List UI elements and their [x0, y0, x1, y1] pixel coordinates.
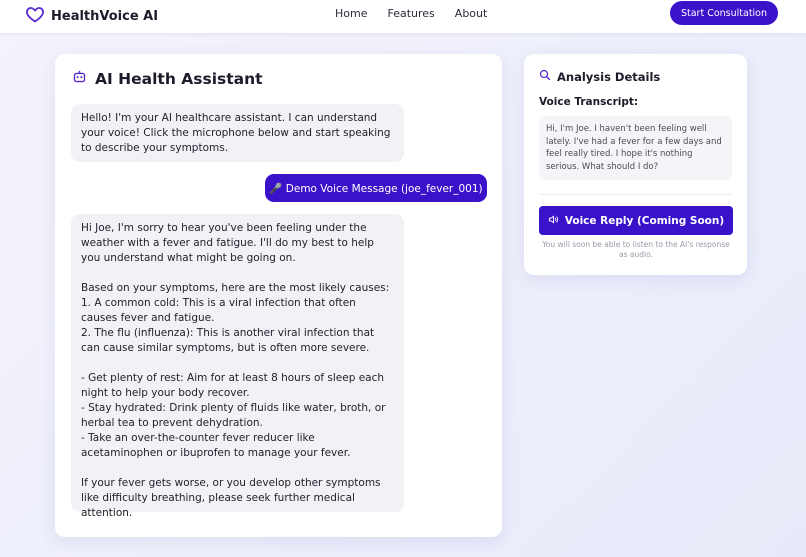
voice-reply-button[interactable]: Voice Reply (Coming Soon) — [539, 206, 733, 235]
assistant-message: Hello! I'm your AI healthcare assistant.… — [71, 104, 404, 162]
top-navbar: HealthVoice AI Home Features About Start… — [0, 0, 806, 33]
user-voice-message[interactable]: 🎤 Demo Voice Message (joe_fever_001) — [265, 174, 487, 202]
nav-link-about[interactable]: About — [455, 7, 488, 20]
voice-reply-note: You will soon be able to listen to the A… — [542, 240, 730, 259]
heart-icon — [25, 4, 45, 28]
analysis-header: Analysis Details — [539, 69, 660, 84]
nav-link-features[interactable]: Features — [387, 7, 434, 20]
search-icon — [539, 69, 551, 84]
speaker-icon — [548, 214, 559, 228]
nav-links: Home Features About — [335, 7, 507, 20]
chat-title: AI Health Assistant — [95, 69, 263, 88]
analysis-panel: Analysis Details Voice Transcript: Hi, I… — [524, 54, 747, 275]
nav-link-home[interactable]: Home — [335, 7, 367, 20]
voice-transcript: Hi, I'm Joe. I haven't been feeling well… — [539, 116, 732, 180]
voice-transcript-label: Voice Transcript: — [539, 96, 639, 108]
divider — [539, 194, 732, 195]
brand[interactable]: HealthVoice AI — [25, 4, 158, 28]
robot-icon — [72, 69, 87, 88]
voice-reply-label: Voice Reply (Coming Soon) — [564, 214, 725, 227]
chat-panel: AI Health Assistant Hello! I'm your AI h… — [55, 54, 502, 537]
start-consultation-button[interactable]: Start Consultation — [670, 1, 778, 25]
analysis-title: Analysis Details — [557, 69, 661, 84]
brand-name: HealthVoice AI — [51, 8, 159, 24]
assistant-message: Hi Joe, I'm sorry to hear you've been fe… — [71, 214, 404, 519]
chat-header: AI Health Assistant — [72, 69, 263, 88]
